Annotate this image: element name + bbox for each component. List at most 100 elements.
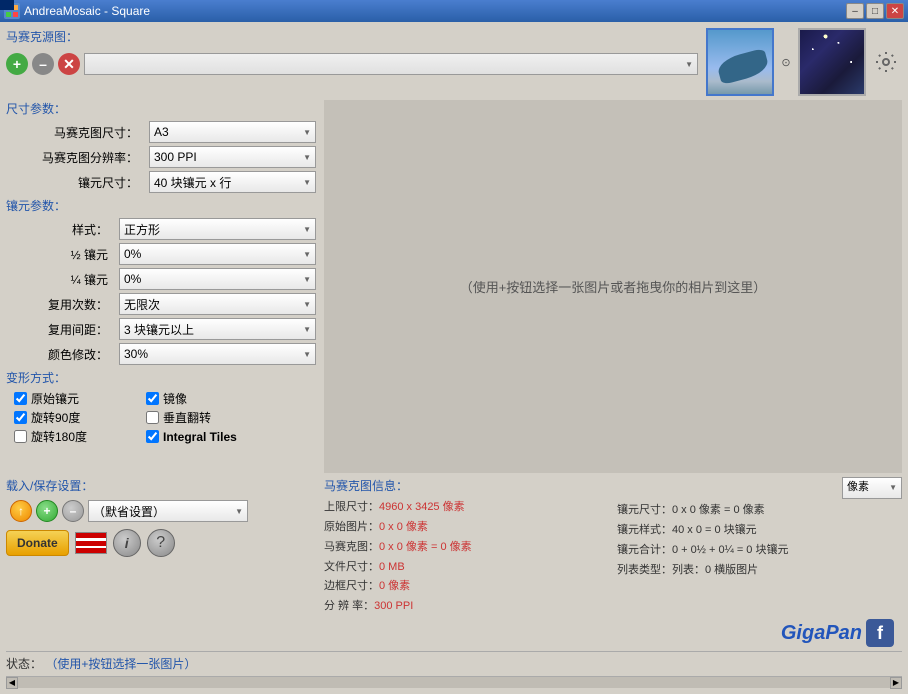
list-type-value: 列表：0 横版图片 — [672, 564, 758, 576]
title-bar: AndreaMosaic - Square – □ ✕ — [0, 0, 908, 22]
size-params-section: 尺寸参数： 马赛克图尺寸： A3 马赛克图分辨率： 300 PPI 镶元尺寸： … — [6, 100, 316, 193]
integral-tiles-label: Integral Tiles — [163, 430, 237, 444]
reuse-count-dropdown[interactable]: 无限次 — [119, 293, 316, 315]
load-save-section: 载入/保存设置： ↑ + – （默省设置） — [6, 477, 316, 522]
info-button[interactable]: i — [113, 529, 141, 557]
window-title: AndreaMosaic - Square — [24, 4, 150, 18]
tile-size-dropdown[interactable]: 40 块镶元 x 行 — [149, 171, 316, 193]
close-source-button[interactable]: ✕ — [58, 53, 80, 75]
pixel-unit-dropdown[interactable]: 像素 — [842, 477, 902, 499]
scroll-right[interactable]: ▶ — [890, 677, 902, 689]
rotate90-checkbox[interactable] — [14, 411, 27, 424]
tile-params-label: 镶元参数： — [6, 197, 316, 214]
language-flag[interactable] — [75, 532, 107, 554]
color-modify-label: 颜色修改： — [26, 346, 116, 363]
window-controls: – □ ✕ — [846, 3, 904, 19]
status-label: 状态： — [6, 657, 42, 671]
integral-tiles-checkbox[interactable] — [146, 430, 159, 443]
load-btn[interactable]: ↑ — [10, 500, 32, 522]
transform-section: 变形方式： 原始镶元 镜像 旋转90度 — [6, 369, 316, 445]
mosaic-res-label: 马赛克图分辨率： — [26, 149, 146, 166]
tile-style-value: 40 x 0 = 0 块镶元 — [672, 524, 757, 536]
rotate180-checkbox-item: 旋转180度 — [14, 428, 144, 445]
vertical-flip-label: 垂直翻转 — [163, 409, 211, 426]
rotate90-label: 旋转90度 — [31, 409, 80, 426]
delete-btn[interactable]: – — [62, 500, 84, 522]
scrollbar[interactable]: ◀ ▶ — [6, 676, 902, 688]
status-text: （使用+按钮选择一张图片） — [45, 657, 196, 671]
mosaic-size-dropdown[interactable]: A3 — [149, 121, 316, 143]
tile-total-value: 0 + 0½ + 0¼ = 0 块镶元 — [672, 544, 788, 556]
rotate180-checkbox[interactable] — [14, 430, 27, 443]
rotate90-checkbox-item: 旋转90度 — [14, 409, 144, 426]
mirror-checkbox[interactable] — [146, 392, 159, 405]
add-source-button[interactable]: + — [6, 53, 28, 75]
mosaic-pic-value: 0 x 0 像素 = 0 像素 — [379, 541, 472, 553]
quarter-label: ¼ 镶元 — [26, 271, 116, 288]
original-label: 原始镶元 — [31, 390, 79, 407]
source-row: + – ✕ — [6, 53, 698, 75]
mosaic-info-label: 马赛克图信息： — [324, 477, 609, 494]
vertical-flip-checkbox[interactable] — [146, 411, 159, 424]
tile-size-right-value: 0 x 0 像素 = 0 像素 — [672, 504, 765, 516]
file-size-value: 0 MB — [379, 561, 405, 573]
size-params-label: 尺寸参数： — [6, 100, 316, 117]
thumbnail-separator: ⊙ — [778, 56, 794, 69]
list-type-label: 列表类型： — [617, 564, 672, 576]
border-size-label: 边框尺寸： — [324, 580, 379, 592]
reuse-distance-label: 复用间距： — [26, 321, 116, 338]
style-dropdown[interactable]: 正方形 — [119, 218, 316, 240]
remove-source-button[interactable]: – — [32, 53, 54, 75]
file-size-label: 文件尺寸： — [324, 561, 379, 573]
upper-limit-label: 上限尺寸： — [324, 501, 379, 513]
original-checkbox-item: 原始镶元 — [14, 390, 144, 407]
gigapan-row: GigaPan f — [324, 619, 902, 647]
original-pic-label: 原始图片： — [324, 521, 379, 533]
transform-label: 变形方式： — [6, 369, 316, 386]
help-button[interactable]: ? — [147, 529, 175, 557]
upper-limit-value: 4960 x 3425 像素 — [379, 501, 465, 513]
border-size-value: 0 像素 — [379, 580, 410, 592]
source-dropdown[interactable] — [84, 53, 698, 75]
save-btn[interactable]: + — [36, 500, 58, 522]
tile-total-label: 镶元合计： — [617, 544, 672, 556]
center-preview[interactable]: （使用+按钮选择一张图片或者拖曳你的相片到这里） — [324, 100, 902, 473]
tile-size-right-label: 镶元尺寸： — [617, 504, 672, 516]
facebook-icon[interactable]: f — [866, 619, 894, 647]
thumbnail-starry[interactable] — [798, 28, 866, 96]
half-label: ½ 镶元 — [26, 246, 116, 263]
style-label: 样式： — [26, 221, 116, 238]
settings-icon[interactable] — [870, 28, 902, 96]
reuse-distance-dropdown[interactable]: 3 块镶元以上 — [119, 318, 316, 340]
scroll-left[interactable]: ◀ — [6, 677, 18, 689]
gigapan-text: GigaPan — [781, 622, 862, 645]
tile-style-label: 镶元样式： — [617, 524, 672, 536]
maximize-button[interactable]: □ — [866, 3, 884, 19]
donate-button[interactable]: Donate — [6, 530, 69, 556]
title-bar-left: AndreaMosaic - Square — [4, 3, 150, 19]
thumbnail-row: ⊙ — [706, 28, 902, 96]
rotate180-label: 旋转180度 — [31, 428, 87, 445]
quarter-dropdown[interactable]: 0% — [119, 268, 316, 290]
vertical-flip-checkbox-item: 垂直翻转 — [146, 409, 276, 426]
close-button[interactable]: ✕ — [886, 3, 904, 19]
minimize-button[interactable]: – — [846, 3, 864, 19]
mosaic-pic-label: 马赛克图： — [324, 541, 379, 553]
status-bar: 状态： （使用+按钮选择一张图片） — [6, 651, 902, 672]
original-checkbox[interactable] — [14, 392, 27, 405]
integral-tiles-checkbox-item: Integral Tiles — [146, 428, 276, 445]
source-label: 马赛克源图： — [6, 28, 78, 45]
reuse-count-label: 复用次数： — [26, 296, 116, 313]
mosaic-res-dropdown[interactable]: 300 PPI — [149, 146, 316, 168]
thumbnail-dolphin[interactable] — [706, 28, 774, 96]
resolution-value-left: 300 PPI — [374, 600, 413, 612]
half-dropdown[interactable]: 0% — [119, 243, 316, 265]
mirror-label: 镜像 — [163, 390, 187, 407]
mosaic-size-label: 马赛克图尺寸： — [26, 124, 146, 141]
preset-dropdown[interactable]: （默省设置） — [88, 500, 248, 522]
load-save-label: 载入/保存设置： — [6, 477, 316, 494]
mirror-checkbox-item: 镜像 — [146, 390, 276, 407]
color-modify-dropdown[interactable]: 30% — [119, 343, 316, 365]
resolution-label-left: 分 辨 率： — [324, 600, 374, 612]
main-window: 马赛克源图： + – ✕ ⊙ — [0, 22, 908, 694]
